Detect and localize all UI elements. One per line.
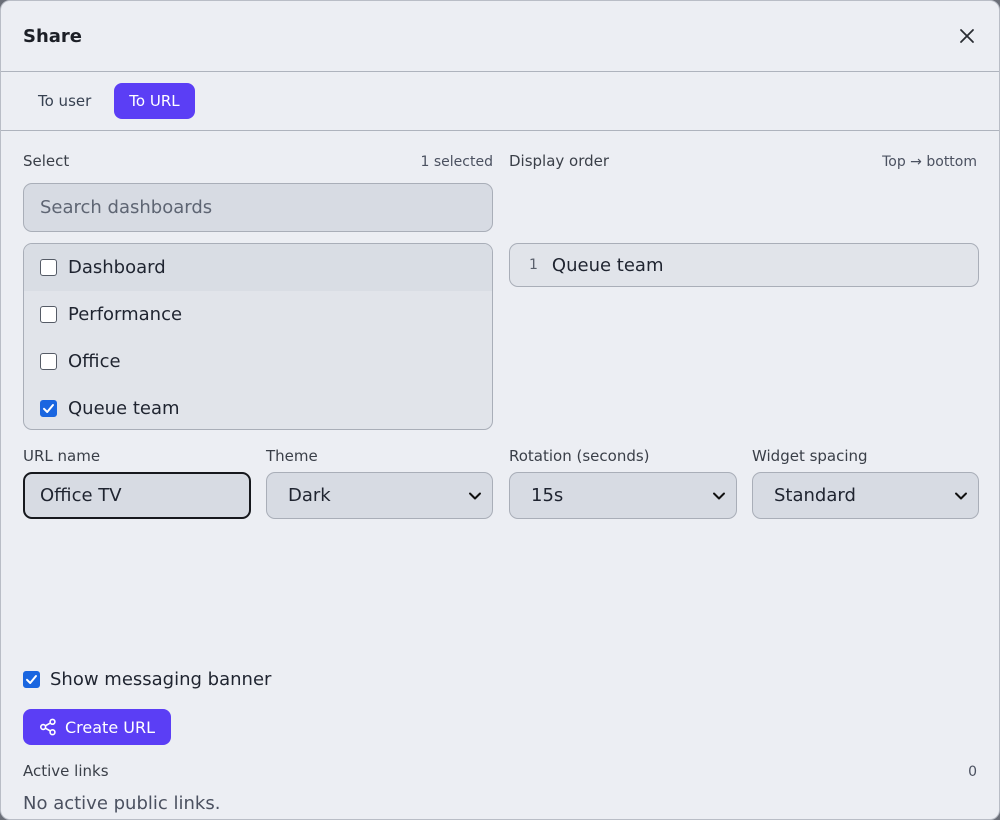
display-order-label: Display order (509, 152, 610, 170)
theme-select[interactable]: Dark (266, 472, 493, 519)
share-icon (39, 718, 56, 736)
create-url-label: Create URL (65, 717, 155, 737)
search-input[interactable]: Search dashboards (23, 183, 493, 232)
selected-count: 1 selected (420, 154, 493, 170)
theme-value: Dark (288, 485, 331, 506)
checkbox[interactable] (40, 353, 57, 370)
url-name-label: URL name (23, 447, 101, 465)
select-label: Select (23, 152, 70, 170)
order-number: 1 (529, 257, 538, 273)
messaging-banner-toggle[interactable]: Show messaging banner (23, 669, 271, 690)
list-item-label: Queue team (68, 398, 180, 419)
check-icon (43, 404, 54, 413)
tab-to-url[interactable]: To URL (114, 83, 195, 119)
widget-spacing-select[interactable]: Standard (752, 472, 979, 519)
url-name-value: Office TV (40, 485, 122, 506)
checkbox[interactable] (40, 259, 57, 276)
checkbox[interactable] (40, 306, 57, 323)
close-icon (960, 29, 974, 43)
checkbox-checked[interactable] (40, 400, 57, 417)
chevron-down-icon (955, 492, 967, 499)
list-item-dashboard[interactable]: Dashboard (24, 244, 492, 291)
order-item-label: Queue team (551, 254, 664, 276)
list-item-label: Performance (68, 304, 183, 325)
list-item-performance[interactable]: Performance (24, 291, 492, 338)
empty-state-text: No active public links. (23, 793, 221, 814)
list-item-label: Dashboard (68, 257, 166, 278)
active-links-label: Active links (23, 762, 109, 780)
display-order-hint: Top → bottom (882, 154, 977, 170)
theme-label: Theme (266, 447, 318, 465)
dialog-title: Share (23, 25, 83, 47)
rotation-label: Rotation (seconds) (509, 447, 650, 465)
list-item-label: Office (68, 351, 121, 372)
share-dialog: Share To user To URL Select 1 selected D… (0, 0, 1000, 820)
messaging-banner-label: Show messaging banner (50, 669, 272, 690)
url-name-field[interactable]: Office TV (23, 472, 251, 519)
tab-bar: To user To URL (1, 72, 999, 131)
tab-to-user[interactable]: To user (23, 83, 106, 119)
close-button[interactable] (953, 22, 981, 50)
dialog-header: Share (1, 1, 999, 72)
dashboard-list: Dashboard Performance Office Queue team (23, 243, 493, 430)
active-links-count: 0 (968, 764, 977, 780)
rotation-value: 15s (531, 485, 564, 506)
list-item-office[interactable]: Office (24, 338, 492, 385)
chevron-down-icon (469, 492, 481, 499)
checkbox-checked[interactable] (23, 671, 40, 688)
widget-spacing-label: Widget spacing (752, 447, 868, 465)
list-item-queue-team[interactable]: Queue team (24, 385, 492, 429)
check-icon (26, 675, 37, 684)
rotation-select[interactable]: 15s (509, 472, 737, 519)
widget-spacing-value: Standard (774, 485, 856, 506)
create-url-button[interactable]: Create URL (23, 709, 171, 745)
order-item[interactable]: 1 Queue team (509, 243, 979, 287)
chevron-down-icon (713, 492, 725, 499)
